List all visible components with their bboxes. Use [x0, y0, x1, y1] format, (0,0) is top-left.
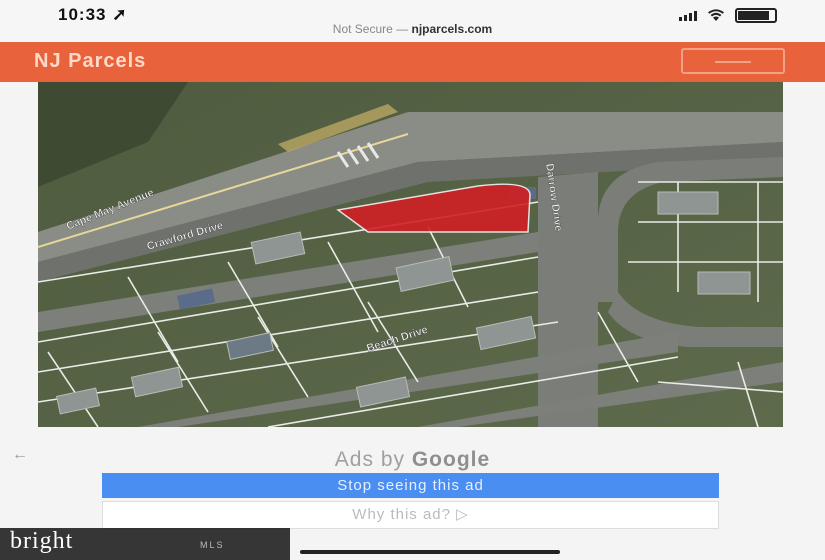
why-this-ad-button[interactable]: Why this ad? ▷	[102, 501, 719, 529]
wifi-icon	[708, 9, 724, 21]
home-indicator[interactable]	[300, 550, 560, 554]
battery-icon	[735, 8, 777, 23]
signal-icon	[679, 10, 697, 21]
aerial-map: Cape May Avenue Crawford Drive Darrow Dr…	[38, 82, 783, 427]
app-header: NJ Parcels	[0, 42, 825, 82]
parcel-map[interactable]: Cape May Avenue Crawford Drive Darrow Dr…	[38, 82, 783, 427]
url-domain: njparcels.com	[411, 22, 493, 36]
system-icons	[679, 8, 777, 23]
ads-label: Ads by Google	[334, 448, 491, 471]
menu-icon	[715, 61, 751, 63]
watermark-sub: MLS	[200, 540, 225, 550]
menu-button[interactable]	[681, 48, 785, 74]
address-bar[interactable]: Not Secure — njparcels.com	[0, 22, 825, 36]
watermark: bright MLS	[0, 528, 290, 560]
site-title[interactable]: NJ Parcels	[34, 50, 146, 73]
watermark-logo: bright	[10, 528, 74, 554]
status-bar: 10:33 ➚ Not Secure — njparcels.com	[0, 0, 825, 42]
stop-seeing-ad-button[interactable]: Stop seeing this ad	[102, 473, 719, 498]
security-label: Not Secure —	[332, 22, 409, 36]
